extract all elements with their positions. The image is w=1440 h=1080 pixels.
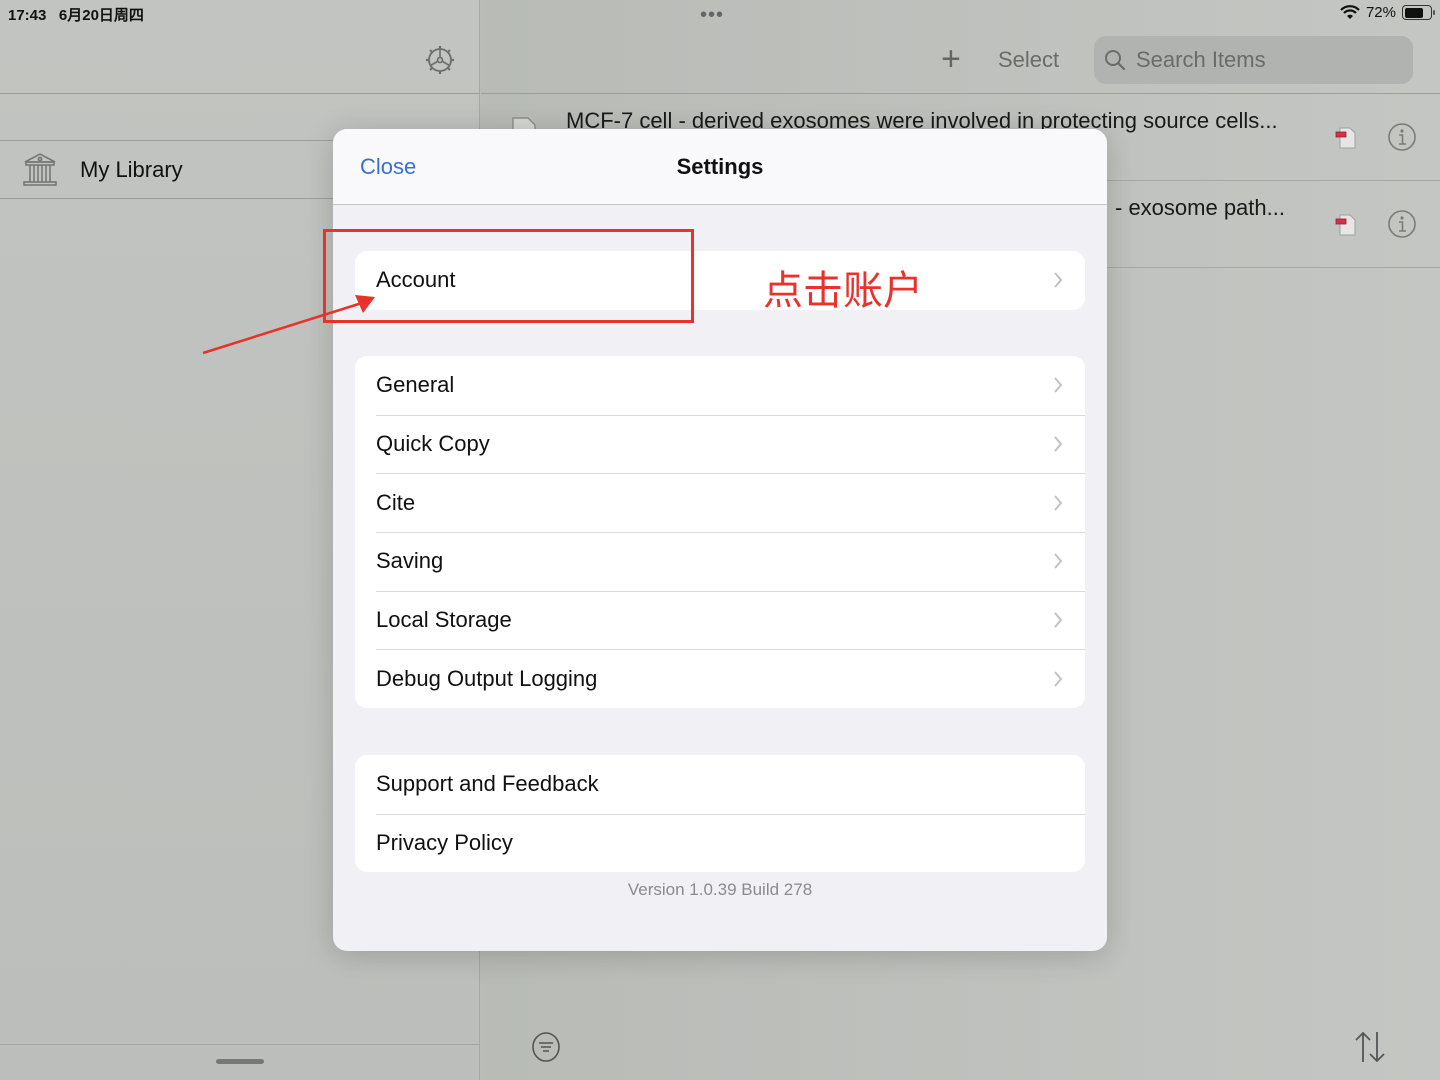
- info-icon[interactable]: [1387, 122, 1417, 152]
- chevron-right-icon: [1054, 553, 1063, 570]
- chevron-right-icon: [1054, 671, 1063, 687]
- library-icon: [23, 152, 57, 186]
- modal-title: Settings: [676, 154, 764, 179]
- info-icon[interactable]: [1387, 209, 1417, 239]
- chevron-right-icon: [1054, 436, 1063, 452]
- modal-header: Close Settings: [333, 129, 1107, 205]
- item-title: - exosome path...: [1115, 195, 1285, 220]
- chevron-right-icon: [1054, 272, 1063, 288]
- time: 17:43: [8, 7, 47, 24]
- pdf-icon[interactable]: [1335, 213, 1357, 237]
- status-time: 17:43 6月20日周四: [8, 4, 144, 25]
- row-label: Cite: [376, 489, 416, 515]
- settings-row-privacy-policy[interactable]: Privacy Policy: [355, 813, 1085, 873]
- gear-icon[interactable]: [424, 44, 456, 76]
- settings-row-quick-copy[interactable]: Quick Copy: [355, 414, 1085, 474]
- row-label: Saving: [376, 548, 444, 574]
- battery-percent: 72%: [1365, 4, 1396, 21]
- add-button[interactable]: +: [941, 42, 961, 76]
- status-indicators: 72%: [1340, 4, 1435, 21]
- settings-row-general[interactable]: General: [355, 356, 1085, 415]
- divider: [0, 93, 480, 94]
- chevron-right-icon: [1054, 495, 1063, 511]
- battery-icon: [1402, 5, 1435, 20]
- settings-row-cite[interactable]: Cite: [355, 473, 1085, 532]
- pdf-icon[interactable]: [1335, 126, 1357, 150]
- divider: [0, 1044, 480, 1045]
- row-label: Quick Copy: [376, 431, 490, 457]
- settings-group-support: Support and Feedback Privacy Policy: [355, 755, 1085, 873]
- date: 6月20日周四: [58, 7, 144, 24]
- version-label: Version 1.0.39 Build 278: [627, 880, 813, 899]
- battery-level: [1404, 7, 1423, 18]
- sort-icon[interactable]: [1353, 1030, 1389, 1064]
- select-button[interactable]: Select: [998, 47, 1059, 73]
- annotation-arrow-icon: [202, 295, 375, 355]
- settings-row-debug-output-logging[interactable]: Debug Output Logging: [355, 649, 1085, 708]
- row-label: General: [376, 372, 455, 398]
- home-indicator: [216, 1059, 264, 1064]
- search-input[interactable]: Search Items: [1094, 36, 1413, 84]
- chevron-right-icon: [1054, 377, 1063, 393]
- multitasking-dots[interactable]: •••: [700, 4, 724, 27]
- filter-icon[interactable]: [530, 1031, 562, 1063]
- sidebar-item-label: My Library: [80, 156, 183, 182]
- toolbar: + Select Search Items: [481, 34, 1440, 86]
- chevron-right-icon: [1054, 612, 1063, 628]
- wifi-icon: [1340, 4, 1360, 19]
- search-placeholder: Search Items: [1136, 47, 1266, 72]
- annotation-text: 点击账户: [763, 268, 923, 314]
- settings-row-saving[interactable]: Saving: [355, 532, 1085, 591]
- row-label: Privacy Policy: [376, 830, 513, 856]
- settings-row-local-storage[interactable]: Local Storage: [355, 590, 1085, 650]
- search-icon: [1105, 50, 1126, 71]
- row-label: Local Storage: [376, 607, 512, 633]
- settings-row-support-and-feedback[interactable]: Support and Feedback: [355, 755, 1085, 814]
- settings-group-main: General Quick Copy Cite Saving Local Sto…: [355, 356, 1085, 709]
- row-label: Support and Feedback: [376, 771, 599, 797]
- row-label: Debug Output Logging: [376, 665, 598, 691]
